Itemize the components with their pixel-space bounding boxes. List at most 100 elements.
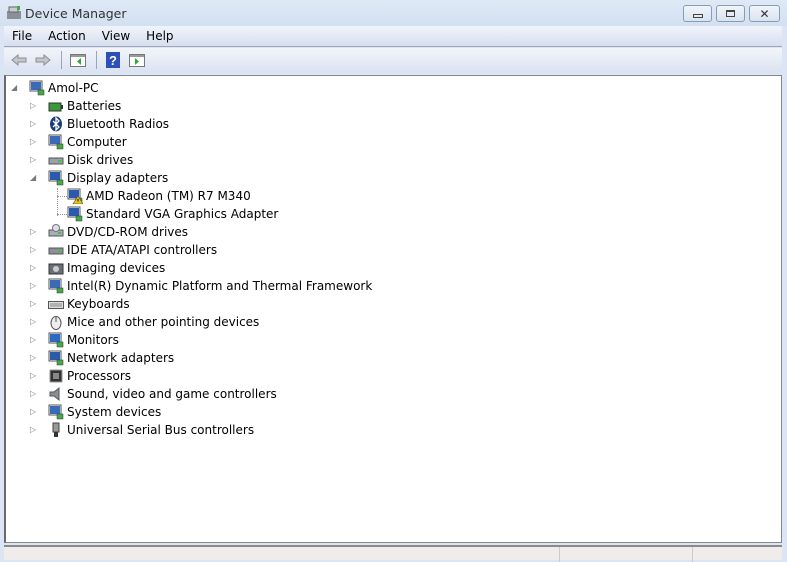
tree-category[interactable]: ▷ Bluetooth Radios — [30, 115, 170, 133]
monitor-icon — [48, 332, 64, 348]
collapse-arrow-icon[interactable]: ◢ — [11, 83, 20, 92]
computer-icon — [48, 134, 64, 150]
disk-drive-icon — [48, 152, 64, 168]
tree-category[interactable]: ▷ IDE ATA/ATAPI controllers — [30, 241, 218, 259]
tree-item-label: Sound, video and game controllers — [67, 387, 277, 401]
tree-category[interactable]: ▷ Monitors — [30, 331, 119, 349]
display-adapter-icon — [48, 170, 64, 186]
help-button[interactable]: ? — [102, 50, 124, 70]
device-tree[interactable]: ◢ Amol-PC ▷ Batteries ▷ Bluetooth Radios ▷ Comp… — [4, 75, 782, 543]
back-button[interactable] — [8, 50, 30, 70]
ide-controller-icon — [48, 242, 64, 258]
expand-arrow-icon[interactable]: ▷ — [30, 119, 39, 128]
tree-item-label: IDE ATA/ATAPI controllers — [67, 243, 218, 257]
tree-item-label: Batteries — [67, 99, 122, 113]
minimize-icon — [692, 14, 703, 18]
tree-item-label: Intel(R) Dynamic Platform and Thermal Fr… — [67, 279, 373, 293]
tree-category[interactable]: ▷ Universal Serial Bus controllers — [30, 421, 255, 439]
tree-category[interactable]: ▷ Keyboards — [30, 295, 130, 313]
expand-arrow-icon[interactable]: ▷ — [30, 263, 39, 272]
tree-item-label: Display adapters — [67, 171, 169, 185]
maximize-icon — [726, 10, 735, 17]
expand-arrow-icon[interactable]: ▷ — [30, 353, 39, 362]
battery-icon — [48, 98, 64, 114]
computer-icon — [29, 80, 45, 96]
tree-device[interactable]: Standard VGA Graphics Adapter — [67, 205, 278, 223]
tree-item-label: Disk drives — [67, 153, 134, 167]
tree-category[interactable]: ▷ Mice and other pointing devices — [30, 313, 259, 331]
minimize-button[interactable] — [683, 5, 712, 22]
expand-arrow-icon[interactable]: ▷ — [30, 317, 39, 326]
expand-arrow-icon[interactable]: ▷ — [30, 371, 39, 380]
tree-category[interactable]: ▷ Batteries — [30, 97, 122, 115]
expand-arrow-icon[interactable]: ▷ — [30, 281, 39, 290]
close-button[interactable]: ✕ — [749, 5, 780, 22]
tree-category[interactable]: ◢ Display adapters — [30, 169, 169, 187]
tree-category[interactable]: ▷ Imaging devices — [30, 259, 166, 277]
speaker-icon — [48, 386, 64, 402]
tree-item-label: AMD Radeon (TM) R7 M340 — [86, 189, 251, 203]
tree-item-label: Bluetooth Radios — [67, 117, 170, 131]
tree-category[interactable]: ▷ Sound, video and game controllers — [30, 385, 277, 403]
tree-item-label: Universal Serial Bus controllers — [67, 423, 255, 437]
tree-category[interactable]: ▷ Computer — [30, 133, 127, 151]
tree-category[interactable]: ▷ Network adapters — [30, 349, 175, 367]
show-action-pane-icon — [129, 53, 145, 67]
network-adapter-icon — [48, 350, 64, 366]
menu-file[interactable]: File — [4, 29, 40, 43]
usb-icon — [48, 422, 64, 438]
expand-arrow-icon[interactable]: ▷ — [30, 425, 39, 434]
expand-arrow-icon[interactable]: ▷ — [30, 407, 39, 416]
collapse-arrow-icon[interactable]: ◢ — [30, 173, 39, 182]
window-title: Device Manager — [25, 6, 127, 21]
toolbar-separator — [96, 51, 97, 69]
tree-item-label: Monitors — [67, 333, 119, 347]
expand-arrow-icon[interactable]: ▷ — [30, 137, 39, 146]
display-adapter-icon — [67, 206, 83, 222]
title-bar: Device Manager ✕ — [0, 0, 787, 26]
tree-item-label: Imaging devices — [67, 261, 166, 275]
menu-action[interactable]: Action — [40, 29, 94, 43]
tree-device[interactable]: AMD Radeon (TM) R7 M340 — [67, 187, 251, 205]
expand-arrow-icon[interactable]: ▷ — [30, 299, 39, 308]
tree-item-label: Network adapters — [67, 351, 175, 365]
tree-item-label: Standard VGA Graphics Adapter — [86, 207, 279, 221]
help-icon: ? — [106, 52, 120, 68]
mouse-icon — [48, 314, 64, 330]
expand-arrow-icon[interactable]: ▷ — [30, 155, 39, 164]
device-manager-icon — [7, 6, 21, 19]
bluetooth-icon — [48, 116, 64, 132]
back-icon — [11, 54, 27, 66]
tree-category[interactable]: ▷ Intel(R) Dynamic Platform and Thermal F… — [30, 277, 373, 295]
forward-icon — [35, 54, 51, 66]
expand-arrow-icon[interactable]: ▷ — [30, 245, 39, 254]
tree-category[interactable]: ▷ Processors — [30, 367, 132, 385]
tree-item-label: Processors — [67, 369, 132, 383]
keyboard-icon — [48, 296, 64, 312]
tree-root-computer[interactable]: ◢ Amol-PC — [11, 79, 99, 97]
svg-text:?: ? — [109, 53, 117, 68]
expand-arrow-icon[interactable]: ▷ — [30, 227, 39, 236]
menu-view[interactable]: View — [94, 29, 138, 43]
expand-arrow-icon[interactable]: ▷ — [30, 101, 39, 110]
expand-arrow-icon[interactable]: ▷ — [30, 389, 39, 398]
tree-category[interactable]: ▷ Disk drives — [30, 151, 134, 169]
dvd-drive-icon — [48, 224, 64, 240]
tree-item-label: Keyboards — [67, 297, 130, 311]
computer-icon — [48, 278, 64, 294]
tree-category[interactable]: ▷ DVD/CD-ROM drives — [30, 223, 189, 241]
maximize-button[interactable] — [716, 5, 745, 22]
tree-item-label: Computer — [67, 135, 127, 149]
tree-item-label: DVD/CD-ROM drives — [67, 225, 189, 239]
forward-button[interactable] — [32, 50, 54, 70]
show-hide-console-tree-button[interactable] — [67, 50, 89, 70]
toolbar-separator — [61, 51, 62, 69]
menu-help[interactable]: Help — [138, 29, 181, 43]
tree-category[interactable]: ▷ System devices — [30, 403, 161, 421]
show-action-pane-button[interactable] — [126, 50, 148, 70]
show-hide-console-tree-icon — [70, 53, 86, 67]
display-adapter-warning-icon — [67, 188, 84, 205]
tree-connector — [57, 196, 67, 197]
expand-arrow-icon[interactable]: ▷ — [30, 335, 39, 344]
processor-icon — [48, 368, 64, 384]
